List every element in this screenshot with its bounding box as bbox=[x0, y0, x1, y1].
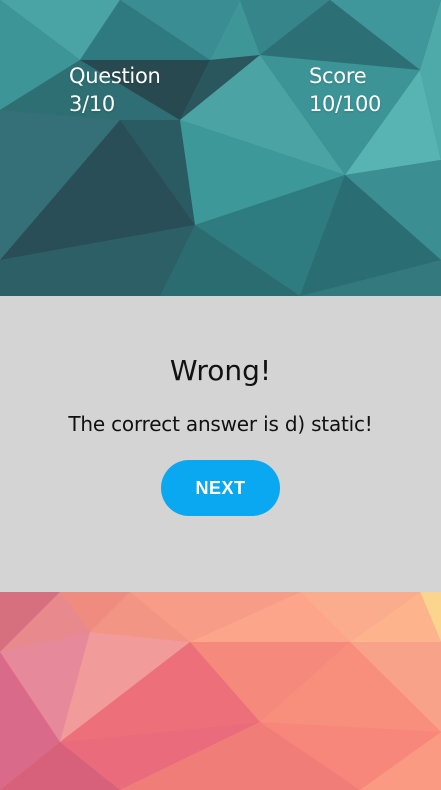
score-label: Score bbox=[309, 64, 367, 88]
header-background bbox=[0, 0, 441, 296]
next-button[interactable]: NEXT bbox=[161, 460, 280, 516]
question-label: Question bbox=[69, 64, 161, 88]
result-title: Wrong! bbox=[169, 354, 272, 387]
score-value: 10/100 bbox=[309, 92, 382, 116]
question-value: 3/10 bbox=[69, 92, 115, 116]
result-message: The correct answer is d) static! bbox=[68, 412, 373, 436]
result-panel bbox=[0, 296, 441, 592]
coral-polygon-background bbox=[0, 592, 441, 790]
question-counter: Question 3/10 bbox=[69, 62, 161, 118]
score-counter: Score 10/100 bbox=[309, 62, 381, 118]
footer-background bbox=[0, 592, 441, 790]
teal-polygon-background bbox=[0, 0, 441, 296]
